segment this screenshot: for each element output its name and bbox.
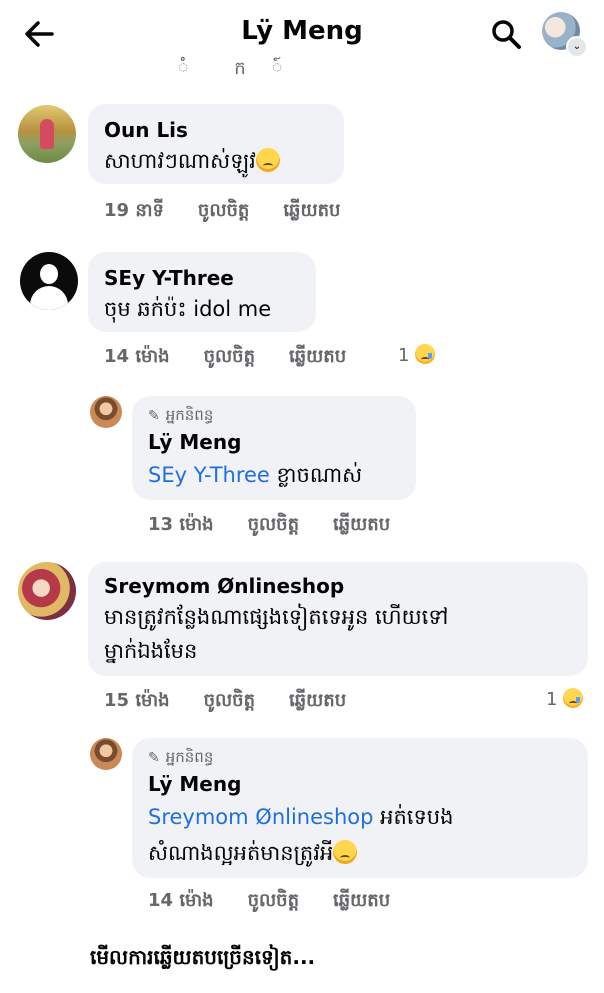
mention-link[interactable]: Sreymom Ønlineshop <box>148 805 373 829</box>
avatar-ly-meng[interactable] <box>90 396 122 428</box>
search-icon <box>492 20 521 49</box>
like-button[interactable]: ចូលចិត្ត <box>204 690 255 711</box>
pencil-icon: ✎ <box>148 750 160 766</box>
comment-actions: 13 ម៉ោង ចូលចិត្ត ឆ្លើយតប <box>148 512 424 539</box>
like-button[interactable]: ចូលចិត្ត <box>248 514 299 535</box>
clipped-text: ំ ក ៍ <box>178 58 303 79</box>
view-more-replies-link[interactable]: មើលការឆ្លើយតបច្រើនទៀត... <box>90 944 315 974</box>
comment-time[interactable]: 14 ម៉ោង <box>104 346 170 367</box>
comment-text: SEy Y-Three ខ្លាចណាស់ <box>148 463 363 487</box>
avatar-oun-lis[interactable] <box>18 105 76 163</box>
comment-actions: 14 ម៉ោង ចូលចិត្ត ឆ្លើយតប <box>104 344 380 371</box>
author-badge: ✎ អ្នកនិពន្ធ <box>148 406 214 424</box>
reply-bubble[interactable]: ✎ អ្នកនិពន្ធ Lÿ Meng Sreymom Ønlineshop អ… <box>132 738 588 878</box>
comment-bubble[interactable]: SEy Y-Three ចុម ឆក់ប៉ះ idol me <box>88 252 316 332</box>
comment-text-line1: មានត្រូវកន្លែងណាផ្សេងទៀតទេអូន ហើយទៅ <box>104 605 449 629</box>
author-badge: ✎ អ្នកនិពន្ធ <box>148 748 214 766</box>
comment-author[interactable]: SEy Y-Three <box>104 266 234 290</box>
like-button[interactable]: ចូលចិត្ត <box>198 200 249 221</box>
reply-button[interactable]: ឆ្លើយតប <box>289 346 346 367</box>
like-button[interactable]: ចូលចិត្ត <box>248 890 299 911</box>
comment-actions: 15 ម៉ោង ចូលចិត្ត ឆ្លើយតប <box>104 688 380 715</box>
sad-reaction-icon <box>563 688 584 708</box>
comment-time[interactable]: 15 ម៉ោង <box>104 690 170 711</box>
comment-author[interactable]: Lÿ Meng <box>148 772 241 796</box>
comment-author[interactable]: Lÿ Meng <box>148 430 241 454</box>
reply-bubble[interactable]: ✎ អ្នកនិពន្ធ Lÿ Meng SEy Y-Three ខ្លាចណាស… <box>132 396 416 500</box>
chevron-down-icon: ⌄ <box>566 36 588 58</box>
reaction-count-value: 1 <box>398 345 410 366</box>
mention-link[interactable]: SEy Y-Three <box>148 463 270 487</box>
comment-time[interactable]: 13 ម៉ោង <box>148 514 214 535</box>
pencil-icon: ✎ <box>148 408 160 424</box>
comment-text: សាហាវៗណាស់ឡូវ <box>104 148 280 179</box>
comment-text-line2: សំណាងល្អអត់មានត្រូវអី <box>148 840 358 871</box>
comment-author[interactable]: Sreymom Ønlineshop <box>104 574 344 598</box>
comment-actions: 19 នាទី ចូលចិត្ត ឆ្លើយតប <box>104 198 374 225</box>
crying-emoji-icon <box>255 148 280 172</box>
reaction-count-value: 1 <box>546 689 558 710</box>
reaction-count[interactable]: 1 <box>398 344 436 366</box>
avatar-ly-meng[interactable] <box>90 738 122 770</box>
comment-time[interactable]: 14 ម៉ោង <box>148 890 214 911</box>
reply-button[interactable]: ឆ្លើយតប <box>333 514 390 535</box>
top-bar: Lÿ Meng ⌄ ំ ក ៍ <box>0 0 604 79</box>
profile-avatar-button[interactable]: ⌄ <box>542 12 588 58</box>
comment-actions: 14 ម៉ោង ចូលចិត្ត ឆ្លើយតប <box>148 888 424 915</box>
sad-emoji-icon <box>333 840 358 864</box>
reaction-count[interactable]: 1 <box>546 688 584 710</box>
reply-button[interactable]: ឆ្លើយតប <box>333 890 390 911</box>
avatar-sey-y-three[interactable] <box>20 252 78 310</box>
comment-text-line2: ម្នាក់ឯងមែន <box>104 639 198 663</box>
comment-author[interactable]: Oun Lis <box>104 118 188 142</box>
like-button[interactable]: ចូលចិត្ត <box>204 346 255 367</box>
comment-time[interactable]: 19 នាទី <box>104 200 164 221</box>
reply-button[interactable]: ឆ្លើយតប <box>283 200 340 221</box>
sad-reaction-icon <box>415 344 436 364</box>
avatar-sreymom[interactable] <box>18 562 76 620</box>
comment-text-line1: Sreymom Ønlineshop អត់ទេបង <box>148 805 454 829</box>
reply-button[interactable]: ឆ្លើយតប <box>289 690 346 711</box>
comment-bubble[interactable]: Oun Lis សាហាវៗណាស់ឡូវ <box>88 104 344 184</box>
comment-text: ចុម ឆក់ប៉ះ idol me <box>104 297 272 321</box>
comment-bubble[interactable]: Sreymom Ønlineshop មានត្រូវកន្លែងណាផ្សេង… <box>88 562 588 676</box>
search-button[interactable] <box>486 14 526 54</box>
